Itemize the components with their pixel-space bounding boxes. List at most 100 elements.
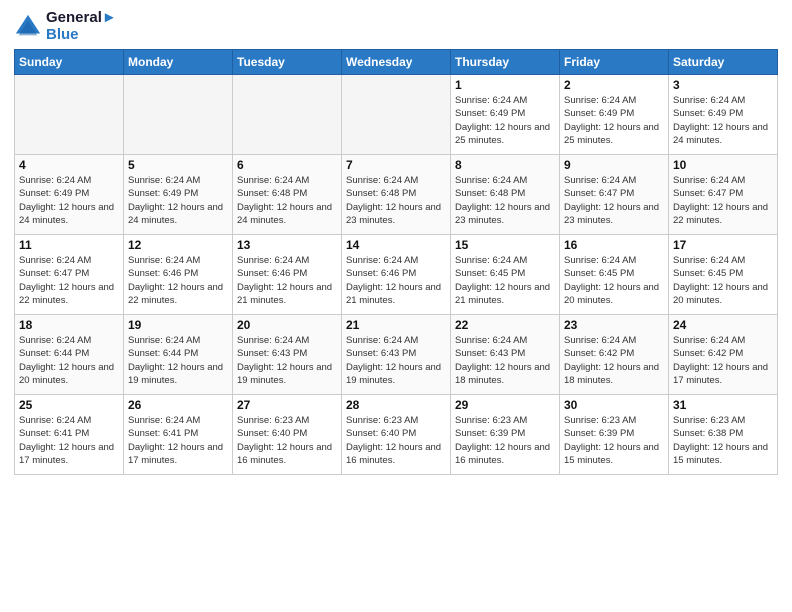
- day-number: 22: [455, 318, 555, 332]
- calendar-cell: [15, 75, 124, 155]
- calendar-cell: 26Sunrise: 6:24 AM Sunset: 6:41 PM Dayli…: [124, 395, 233, 475]
- day-number: 3: [673, 78, 773, 92]
- calendar-cell: [342, 75, 451, 155]
- logo: General► Blue: [14, 10, 117, 43]
- day-number: 16: [564, 238, 664, 252]
- calendar-table: SundayMondayTuesdayWednesdayThursdayFrid…: [14, 49, 778, 475]
- day-info: Sunrise: 6:24 AM Sunset: 6:42 PM Dayligh…: [564, 334, 664, 387]
- calendar-cell: 5 Sunrise: 6:24 AM Sunset: 6:49 PM Daylig…: [124, 155, 233, 235]
- day-number: 26: [128, 398, 228, 412]
- calendar-body: 1 Sunrise: 6:24 AM Sunset: 6:49 PM Daylig…: [15, 75, 778, 475]
- day-info: Sunrise: 6:24 AM Sunset: 6:46 PM Dayligh…: [346, 254, 446, 307]
- day-number: 27: [237, 398, 337, 412]
- calendar-cell: 9 Sunrise: 6:24 AM Sunset: 6:47 PM Daylig…: [560, 155, 669, 235]
- weekday-header: Sunday: [15, 50, 124, 75]
- calendar-cell: 2Sunrise: 6:24 AM Sunset: 6:49 PM Daylig…: [560, 75, 669, 155]
- day-number: 10: [673, 158, 773, 172]
- calendar-week-row: 1 Sunrise: 6:24 AM Sunset: 6:49 PM Daylig…: [15, 75, 778, 155]
- day-info: Sunrise: 6:24 AM Sunset: 6:45 PM Dayligh…: [673, 254, 773, 307]
- day-info: Sunrise: 6:24 AM Sunset: 6:49 PM Dayligh…: [128, 174, 228, 227]
- day-info: Sunrise: 6:23 AM Sunset: 6:39 PM Dayligh…: [564, 414, 664, 467]
- calendar-week-row: 25 Sunrise: 6:24 AM Sunset: 6:41 PM Dayli…: [15, 395, 778, 475]
- day-info: Sunrise: 6:24 AM Sunset: 6:43 PM Dayligh…: [237, 334, 337, 387]
- calendar-cell: 14 Sunrise: 6:24 AM Sunset: 6:46 PM Dayli…: [342, 235, 451, 315]
- day-number: 24: [673, 318, 773, 332]
- weekday-row: SundayMondayTuesdayWednesdayThursdayFrid…: [15, 50, 778, 75]
- calendar-cell: 7Sunrise: 6:24 AM Sunset: 6:48 PM Daylig…: [342, 155, 451, 235]
- day-info: Sunrise: 6:23 AM Sunset: 6:39 PM Dayligh…: [455, 414, 555, 467]
- day-info: Sunrise: 6:24 AM Sunset: 6:46 PM Dayligh…: [128, 254, 228, 307]
- calendar-cell: 29 Sunrise: 6:23 AM Sunset: 6:39 PM Dayli…: [451, 395, 560, 475]
- day-number: 14: [346, 238, 446, 252]
- calendar-cell: 31Sunrise: 6:23 AM Sunset: 6:38 PM Dayli…: [669, 395, 778, 475]
- calendar-cell: 4Sunrise: 6:24 AM Sunset: 6:49 PM Daylig…: [15, 155, 124, 235]
- calendar-cell: 12 Sunrise: 6:24 AM Sunset: 6:46 PM Dayli…: [124, 235, 233, 315]
- day-info: Sunrise: 6:24 AM Sunset: 6:49 PM Dayligh…: [673, 94, 773, 147]
- day-number: 21: [346, 318, 446, 332]
- day-number: 19: [128, 318, 228, 332]
- day-number: 23: [564, 318, 664, 332]
- day-info: Sunrise: 6:24 AM Sunset: 6:46 PM Dayligh…: [237, 254, 337, 307]
- day-number: 9: [564, 158, 664, 172]
- calendar-cell: 18 Sunrise: 6:24 AM Sunset: 6:44 PM Dayli…: [15, 315, 124, 395]
- day-info: Sunrise: 6:24 AM Sunset: 6:48 PM Dayligh…: [455, 174, 555, 227]
- calendar-header: SundayMondayTuesdayWednesdayThursdayFrid…: [15, 50, 778, 75]
- day-number: 25: [19, 398, 119, 412]
- calendar-cell: 11Sunrise: 6:24 AM Sunset: 6:47 PM Dayli…: [15, 235, 124, 315]
- calendar-cell: 15Sunrise: 6:24 AM Sunset: 6:45 PM Dayli…: [451, 235, 560, 315]
- calendar-cell: 25 Sunrise: 6:24 AM Sunset: 6:41 PM Dayli…: [15, 395, 124, 475]
- calendar-cell: 30 Sunrise: 6:23 AM Sunset: 6:39 PM Dayli…: [560, 395, 669, 475]
- day-number: 2: [564, 78, 664, 92]
- day-info: Sunrise: 6:24 AM Sunset: 6:47 PM Dayligh…: [673, 174, 773, 227]
- day-info: Sunrise: 6:24 AM Sunset: 6:44 PM Dayligh…: [19, 334, 119, 387]
- day-info: Sunrise: 6:23 AM Sunset: 6:40 PM Dayligh…: [346, 414, 446, 467]
- weekday-header: Friday: [560, 50, 669, 75]
- day-info: Sunrise: 6:23 AM Sunset: 6:40 PM Dayligh…: [237, 414, 337, 467]
- weekday-header: Saturday: [669, 50, 778, 75]
- day-info: Sunrise: 6:24 AM Sunset: 6:45 PM Dayligh…: [564, 254, 664, 307]
- calendar-week-row: 18 Sunrise: 6:24 AM Sunset: 6:44 PM Dayli…: [15, 315, 778, 395]
- calendar-cell: 17 Sunrise: 6:24 AM Sunset: 6:45 PM Dayli…: [669, 235, 778, 315]
- day-info: Sunrise: 6:24 AM Sunset: 6:47 PM Dayligh…: [564, 174, 664, 227]
- calendar-cell: 3 Sunrise: 6:24 AM Sunset: 6:49 PM Daylig…: [669, 75, 778, 155]
- header: General► Blue: [14, 10, 778, 43]
- calendar-cell: 1 Sunrise: 6:24 AM Sunset: 6:49 PM Daylig…: [451, 75, 560, 155]
- day-number: 29: [455, 398, 555, 412]
- day-info: Sunrise: 6:24 AM Sunset: 6:49 PM Dayligh…: [455, 94, 555, 147]
- day-number: 5: [128, 158, 228, 172]
- day-info: Sunrise: 6:24 AM Sunset: 6:41 PM Dayligh…: [19, 414, 119, 467]
- calendar-week-row: 4 Sunrise: 6:24 AM Sunset: 6:49 PM Daylig…: [15, 155, 778, 235]
- day-info: Sunrise: 6:24 AM Sunset: 6:47 PM Dayligh…: [19, 254, 119, 307]
- weekday-header: Tuesday: [233, 50, 342, 75]
- logo-icon: [14, 13, 42, 41]
- day-info: Sunrise: 6:24 AM Sunset: 6:43 PM Dayligh…: [346, 334, 446, 387]
- calendar-cell: 20 Sunrise: 6:24 AM Sunset: 6:43 PM Dayli…: [233, 315, 342, 395]
- day-number: 13: [237, 238, 337, 252]
- day-info: Sunrise: 6:24 AM Sunset: 6:48 PM Dayligh…: [237, 174, 337, 227]
- calendar-cell: 8Sunrise: 6:24 AM Sunset: 6:48 PM Daylig…: [451, 155, 560, 235]
- calendar-cell: 22 Sunrise: 6:24 AM Sunset: 6:43 PM Dayli…: [451, 315, 560, 395]
- calendar-cell: 21 Sunrise: 6:24 AM Sunset: 6:43 PM Dayli…: [342, 315, 451, 395]
- calendar-cell: [124, 75, 233, 155]
- page-container: General► Blue SundayMondayTuesdayWednesd…: [0, 0, 792, 483]
- day-number: 4: [19, 158, 119, 172]
- day-number: 17: [673, 238, 773, 252]
- calendar-cell: 10 Sunrise: 6:24 AM Sunset: 6:47 PM Dayli…: [669, 155, 778, 235]
- calendar-cell: 24Sunrise: 6:24 AM Sunset: 6:42 PM Dayli…: [669, 315, 778, 395]
- day-number: 1: [455, 78, 555, 92]
- day-number: 28: [346, 398, 446, 412]
- weekday-header: Monday: [124, 50, 233, 75]
- weekday-header: Thursday: [451, 50, 560, 75]
- calendar-cell: 28 Sunrise: 6:23 AM Sunset: 6:40 PM Dayli…: [342, 395, 451, 475]
- day-number: 12: [128, 238, 228, 252]
- day-number: 30: [564, 398, 664, 412]
- day-number: 31: [673, 398, 773, 412]
- day-number: 18: [19, 318, 119, 332]
- day-info: Sunrise: 6:24 AM Sunset: 6:43 PM Dayligh…: [455, 334, 555, 387]
- calendar-cell: 19 Sunrise: 6:24 AM Sunset: 6:44 PM Dayli…: [124, 315, 233, 395]
- calendar-cell: 13 Sunrise: 6:24 AM Sunset: 6:46 PM Dayli…: [233, 235, 342, 315]
- calendar-cell: 23 Sunrise: 6:24 AM Sunset: 6:42 PM Dayli…: [560, 315, 669, 395]
- calendar-week-row: 11Sunrise: 6:24 AM Sunset: 6:47 PM Dayli…: [15, 235, 778, 315]
- day-number: 20: [237, 318, 337, 332]
- day-info: Sunrise: 6:24 AM Sunset: 6:44 PM Dayligh…: [128, 334, 228, 387]
